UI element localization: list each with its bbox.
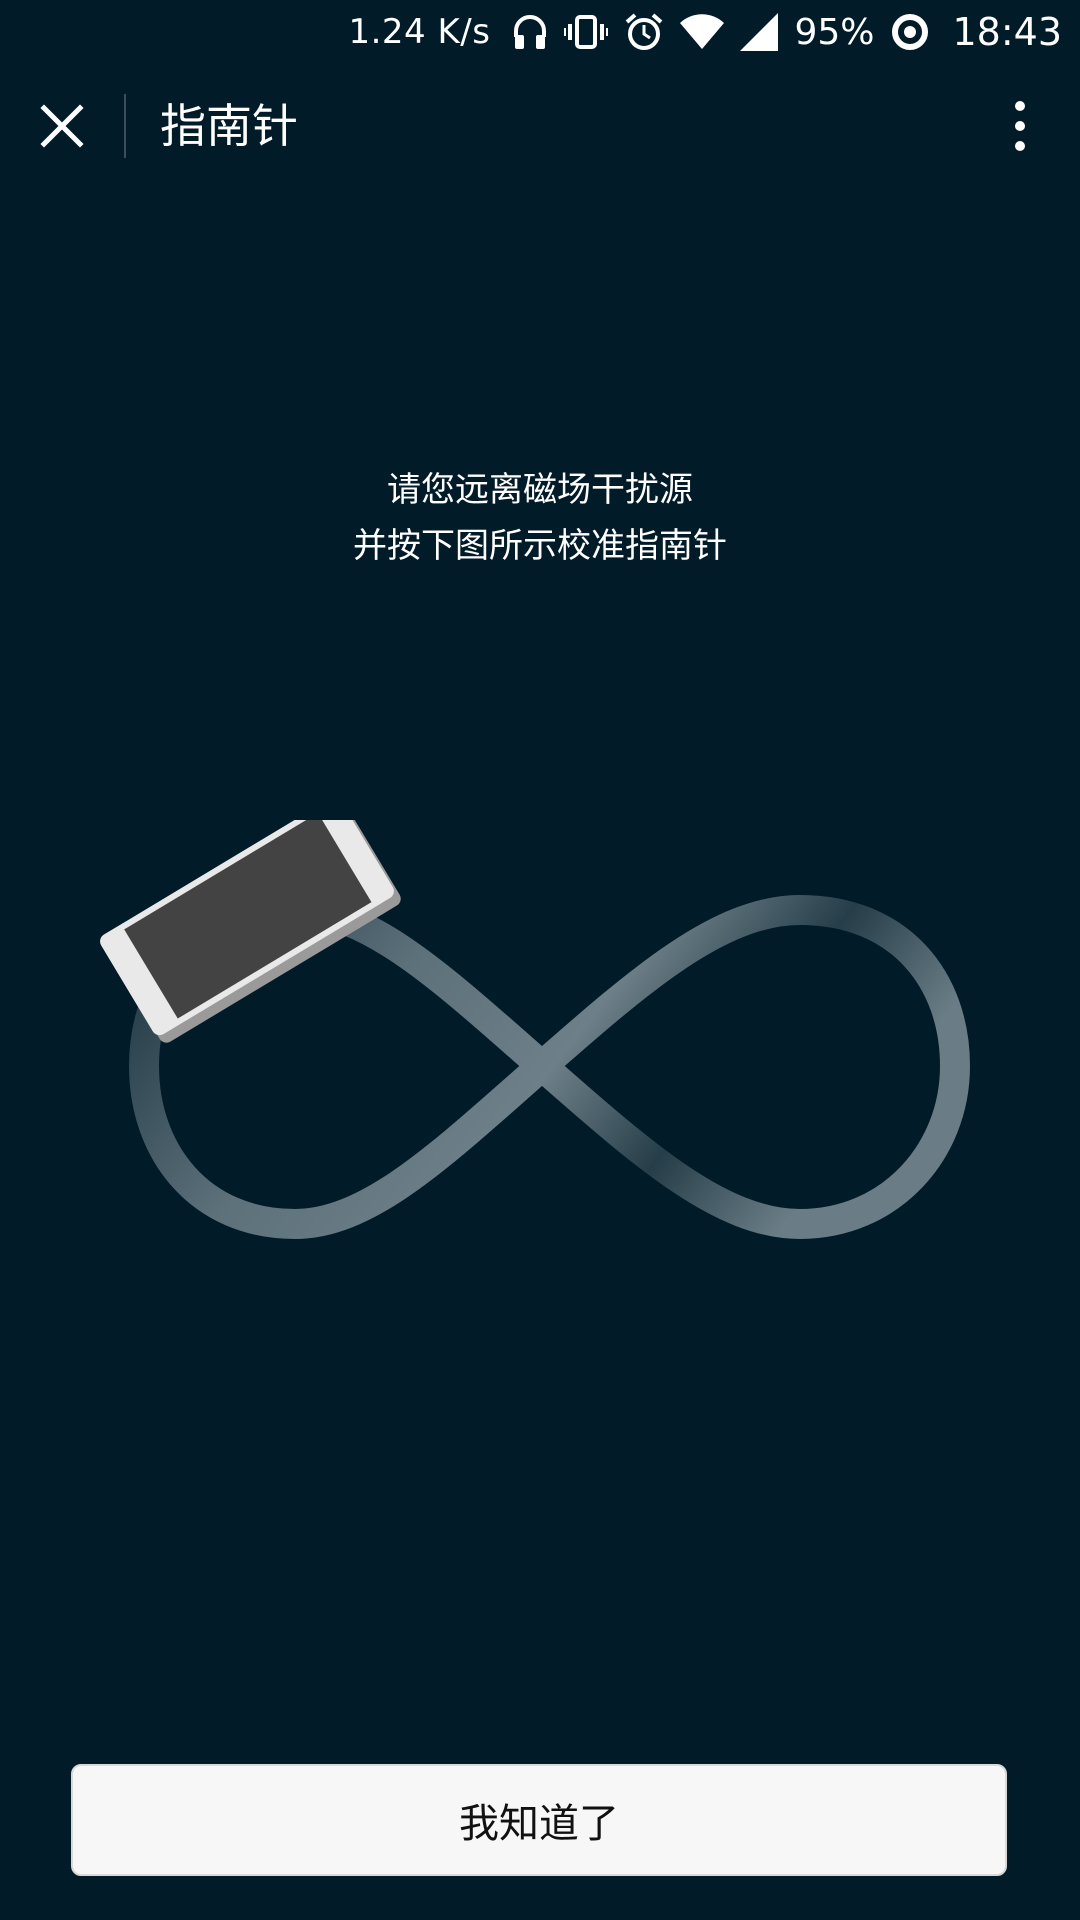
wifi-icon [680, 13, 725, 51]
network-speed: 1.24 K/s [348, 12, 491, 52]
clock: 18:43 [952, 10, 1062, 54]
more-vertical-icon [1014, 100, 1026, 156]
compass-calibration-screen: 1.24 K/s 95% 18:43 指南针 请您远离磁场干扰源 并按下图所示校… [0, 0, 1080, 1920]
instruction-line-2: 并按下图所示校准指南针 [353, 526, 727, 566]
headphones-icon [512, 13, 548, 51]
title-bar: 指南针 [0, 64, 1080, 188]
battery-percent: 95% [794, 11, 875, 53]
close-button[interactable] [22, 88, 102, 168]
status-bar: 1.24 K/s 95% 18:43 [0, 0, 1080, 64]
instruction-line-1: 请您远离磁场干扰源 [387, 470, 693, 510]
page-title: 指南针 [160, 99, 298, 153]
signal-icon [740, 13, 779, 51]
title-divider [124, 94, 126, 158]
vibrate-icon [564, 13, 609, 51]
close-icon [40, 104, 84, 152]
alarm-icon [624, 12, 664, 52]
figure-eight-path-graphic [100, 797, 970, 1239]
calibration-illustration [0, 797, 1080, 1260]
battery-saver-icon [890, 12, 930, 52]
got-it-button[interactable]: 我知道了 [71, 1764, 1007, 1876]
calibration-instructions: 请您远离磁场干扰源 并按下图所示校准指南针 [0, 462, 1080, 574]
more-options-button[interactable] [990, 88, 1050, 168]
